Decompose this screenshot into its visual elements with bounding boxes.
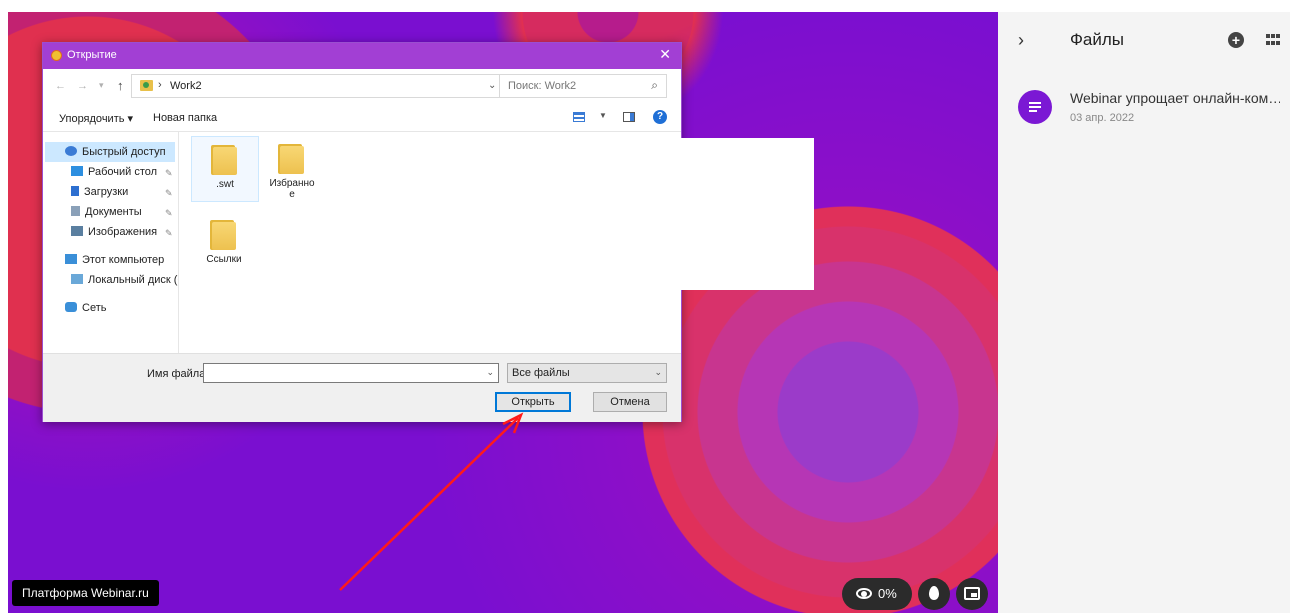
dialog-footer: Имя файла: ⌄ Все файлы ⌄ Открыть Отмена [43, 353, 681, 422]
fire-button[interactable] [918, 578, 950, 610]
nav-documents[interactable]: Документы [71, 206, 142, 218]
sidebar-title: Файлы [1070, 30, 1125, 49]
preview-pane-icon[interactable] [623, 112, 635, 122]
filename-label: Имя файла: [147, 368, 209, 380]
folder-label: Ссылки [206, 254, 242, 265]
file-list-pane: .swt Избранное Ссылки [179, 132, 681, 353]
folder-label: Избранное [269, 178, 315, 200]
folder-item-favorites[interactable]: Избранное [259, 136, 325, 206]
favorites-folder-icon [278, 142, 306, 174]
chrome-icon [51, 50, 62, 61]
download-icon [71, 186, 79, 196]
open-button[interactable]: Открыть [495, 392, 571, 412]
dialog-titlebar: Открытие ✕ [43, 43, 681, 69]
folder-item-swt[interactable]: .swt [191, 136, 259, 202]
folder-label: .swt [216, 179, 234, 190]
search-input[interactable]: Поиск: Work2 ⌕ [499, 74, 667, 98]
nav-quick-access[interactable]: Быстрый доступ [65, 146, 166, 158]
documents-icon [71, 206, 80, 216]
white-panel [680, 138, 814, 290]
folder-icon [211, 143, 239, 175]
nav-this-pc[interactable]: Этот компьютер [65, 254, 164, 266]
nav-downloads[interactable]: Загрузки [71, 186, 128, 198]
view-mode-icon[interactable] [573, 112, 585, 122]
nav-desktop[interactable]: Рабочий стол [71, 166, 157, 178]
picture-in-picture-icon [964, 587, 980, 600]
folder-icon [140, 80, 153, 91]
address-dropdown-icon[interactable]: ⌄ [488, 80, 496, 91]
cancel-button[interactable]: Отмена [593, 392, 667, 412]
address-row: ← → ▾ ↑ › Work2 ⌄ ↻ Поиск: Work2 ⌕ [43, 69, 681, 105]
organize-button[interactable]: Упорядочить ▾ [59, 112, 133, 125]
file-list-item[interactable]: Webinar упрощает онлайн-ком… 03 апр. 202… [1018, 88, 1283, 128]
star-icon [65, 146, 77, 156]
fire-icon [929, 586, 939, 600]
close-icon[interactable]: ✕ [659, 46, 671, 63]
grid-view-icon[interactable] [1266, 34, 1280, 46]
pin-icon: ✎ [165, 188, 173, 198]
files-sidebar: › Файлы + Webinar упрощает онлайн-ком… 0… [998, 12, 1290, 613]
pictures-icon [71, 226, 83, 236]
address-path: Work2 [170, 80, 202, 92]
pin-icon: ✎ [165, 168, 173, 178]
picture-in-picture-button[interactable] [956, 578, 988, 610]
platform-brand-label: Платформа Webinar.ru [12, 580, 159, 606]
collapse-chevron-icon[interactable]: › [1018, 30, 1024, 51]
dialog-toolbar: Упорядочить ▾ Новая папка ▼ ? [43, 105, 681, 132]
views-counter[interactable]: 0% [842, 578, 912, 610]
filename-dropdown-icon[interactable]: ⌄ [486, 367, 494, 378]
help-icon[interactable]: ? [653, 110, 667, 124]
nav-pictures[interactable]: Изображения [71, 226, 157, 238]
open-file-dialog: Открытие ✕ ← → ▾ ↑ › Work2 ⌄ ↻ Поиск: Wo… [42, 42, 682, 422]
links-folder-icon [210, 218, 238, 250]
search-icon: ⌕ [651, 78, 658, 92]
add-file-icon[interactable]: + [1228, 32, 1244, 48]
up-arrow-icon[interactable]: ↑ [117, 78, 124, 93]
nav-local-disk[interactable]: Локальный диск (С [71, 274, 185, 286]
nav-network[interactable]: Сеть [65, 302, 106, 314]
folder-item-links[interactable]: Ссылки [191, 212, 257, 282]
filetype-value: Все файлы [512, 367, 570, 379]
computer-icon [65, 254, 77, 264]
pin-icon: ✎ [165, 228, 173, 238]
dialog-title: Открытие [67, 49, 117, 61]
breadcrumb-chevron-icon: › [158, 79, 162, 91]
eye-icon [856, 588, 872, 599]
filetype-select[interactable]: Все файлы ⌄ [507, 363, 667, 383]
network-icon [65, 302, 77, 312]
pin-icon: ✎ [165, 208, 173, 218]
file-name: Webinar упрощает онлайн-ком… [1070, 90, 1280, 106]
filetype-dropdown-icon: ⌄ [654, 367, 662, 377]
new-folder-button[interactable]: Новая папка [153, 112, 217, 124]
recent-dropdown-icon[interactable]: ▾ [99, 80, 104, 91]
back-arrow-icon[interactable]: ← [55, 80, 66, 92]
file-date: 03 апр. 2022 [1070, 112, 1135, 124]
filename-input[interactable]: ⌄ [203, 363, 499, 383]
document-icon [1018, 90, 1052, 124]
disk-icon [71, 274, 83, 284]
forward-arrow-icon[interactable]: → [77, 80, 88, 92]
navigation-pane: Быстрый доступ Рабочий стол ✎ Загрузки ✎… [43, 132, 185, 353]
view-dropdown-icon[interactable]: ▼ [599, 111, 607, 120]
address-bar[interactable]: › Work2 ⌄ ↻ [131, 74, 535, 98]
search-placeholder: Поиск: Work2 [508, 80, 577, 92]
desktop-icon [71, 166, 83, 176]
views-percent: 0% [878, 586, 897, 601]
